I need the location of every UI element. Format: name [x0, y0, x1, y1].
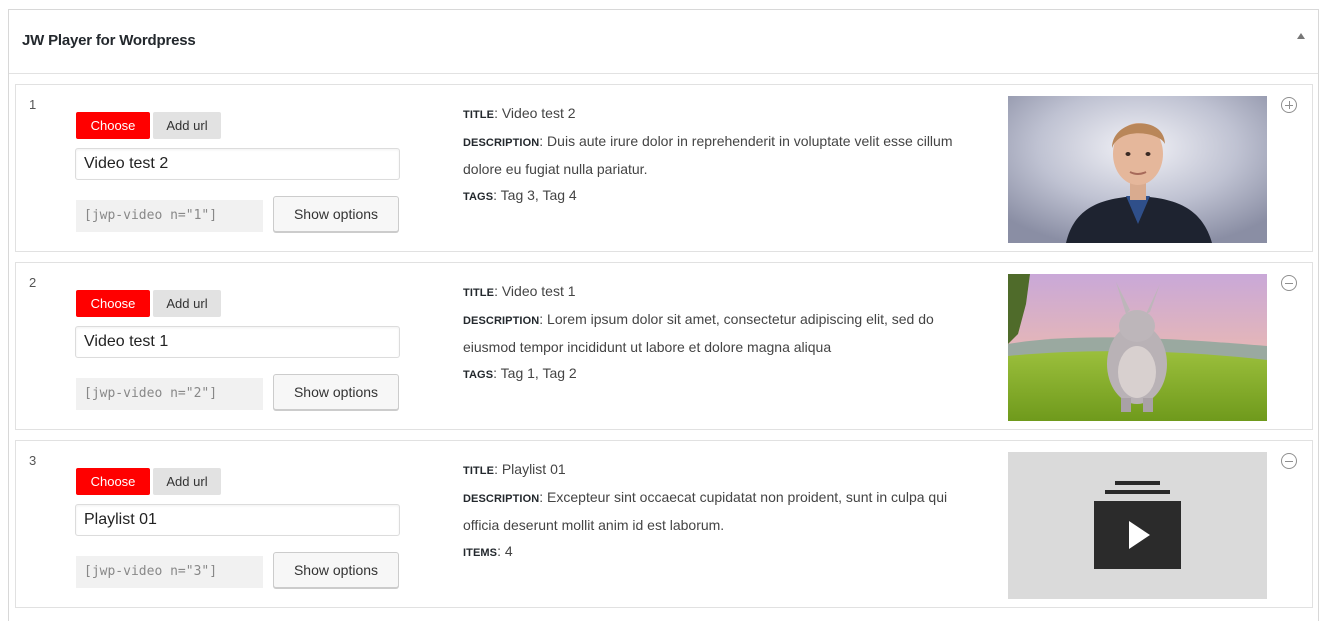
meta-value: : Video test 1	[494, 283, 576, 299]
meta-label: TITLE	[463, 109, 495, 121]
meta-label: TAGS	[463, 369, 494, 381]
add-url-button[interactable]: Add url	[153, 468, 221, 495]
shortcode-text: [jwp-video n="3"]	[76, 556, 263, 588]
meta-description-row: DESCRIPTION: Duis aute irure dolor in re…	[463, 128, 983, 182]
meta-description-row: DESCRIPTION: Lorem ipsum dolor sit amet,…	[463, 306, 983, 360]
meta-value: : Video test 2	[494, 105, 576, 121]
show-options-button[interactable]: Show options	[273, 374, 399, 410]
item-number: 1	[29, 97, 37, 112]
meta-value: : Tag 1, Tag 2	[493, 365, 577, 381]
meta-tags-row: TAGS: Tag 1, Tag 2	[463, 360, 983, 388]
meta-label: TITLE	[463, 465, 495, 477]
metabox-header[interactable]: JW Player for Wordpress	[9, 10, 1318, 74]
shortcode-text: [jwp-video n="2"]	[76, 378, 263, 410]
choose-button[interactable]: Choose	[76, 290, 150, 317]
video-meta: TITLE: Video test 1 DESCRIPTION: Lorem i…	[463, 278, 983, 388]
meta-value: : Tag 3, Tag 4	[493, 187, 577, 203]
video-item-2: 2 Choose Add url [jwp-video n="2"] Show …	[15, 262, 1313, 430]
meta-label: DESCRIPTION	[463, 315, 540, 327]
choose-button[interactable]: Choose	[76, 112, 150, 139]
video-item-3: 3 Choose Add url [jwp-video n="3"] Show …	[15, 440, 1313, 608]
meta-label: ITEMS	[463, 547, 498, 559]
meta-value: : 4	[497, 543, 513, 559]
minus-circle-icon[interactable]	[1281, 453, 1297, 469]
item-number: 2	[29, 275, 37, 290]
show-options-button[interactable]: Show options	[273, 552, 399, 588]
meta-title-row: TITLE: Video test 2	[463, 100, 983, 128]
meta-items-row: ITEMS: 4	[463, 538, 983, 566]
show-options-button[interactable]: Show options	[273, 196, 399, 232]
add-url-button[interactable]: Add url	[153, 112, 221, 139]
video-meta: TITLE: Playlist 01 DESCRIPTION: Excepteu…	[463, 456, 983, 566]
shortcode-text: [jwp-video n="1"]	[76, 200, 263, 232]
meta-tags-row: TAGS: Tag 3, Tag 4	[463, 182, 983, 210]
meta-label: DESCRIPTION	[463, 493, 540, 505]
item-number: 3	[29, 453, 37, 468]
meta-title-row: TITLE: Playlist 01	[463, 456, 983, 484]
playlist-icon	[1008, 452, 1267, 599]
minus-circle-icon[interactable]	[1281, 275, 1297, 291]
playlist-thumbnail	[1008, 452, 1267, 599]
add-url-button[interactable]: Add url	[153, 290, 221, 317]
meta-description-row: DESCRIPTION: Excepteur sint occaecat cup…	[463, 484, 983, 538]
plus-circle-icon[interactable]	[1281, 97, 1297, 113]
metabox-title: JW Player for Wordpress	[22, 32, 196, 49]
video-title-input[interactable]	[75, 504, 400, 536]
video-title-input[interactable]	[75, 326, 400, 358]
video-item-1: 1 Choose Add url [jwp-video n="1"] Show …	[15, 84, 1313, 252]
video-meta: TITLE: Video test 2 DESCRIPTION: Duis au…	[463, 100, 983, 210]
collapse-arrow-icon[interactable]	[1297, 33, 1305, 39]
meta-label: TITLE	[463, 287, 495, 299]
choose-button[interactable]: Choose	[76, 468, 150, 495]
jw-player-metabox: JW Player for Wordpress 1 Choose Add url…	[8, 9, 1319, 621]
meta-title-row: TITLE: Video test 1	[463, 278, 983, 306]
presenter-video-thumbnail	[1008, 96, 1267, 243]
meta-label: TAGS	[463, 191, 494, 203]
animated-rabbit-thumbnail	[1008, 274, 1267, 421]
meta-label: DESCRIPTION	[463, 137, 540, 149]
video-title-input[interactable]	[75, 148, 400, 180]
meta-value: : Playlist 01	[494, 461, 566, 477]
